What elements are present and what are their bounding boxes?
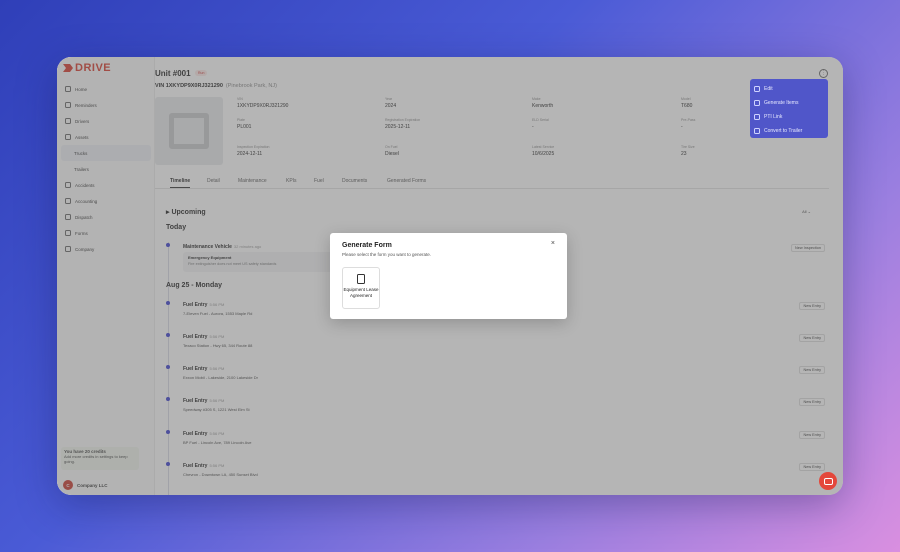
menu-item-label: Generate Items bbox=[764, 100, 799, 106]
modal-title: Generate Form bbox=[342, 242, 392, 249]
modal-subtitle: Please select the form you want to gener… bbox=[342, 252, 432, 257]
menu-item-label: PTI Link bbox=[764, 114, 783, 120]
form-option-label: Equipment Lease Agreement bbox=[343, 287, 379, 298]
close-icon[interactable]: × bbox=[551, 240, 555, 247]
chat-icon bbox=[823, 477, 833, 485]
menu-item-label: Edit bbox=[764, 86, 773, 92]
generate-icon bbox=[754, 100, 760, 106]
convert-icon bbox=[754, 128, 760, 134]
generate-form-modal: Generate Form Please select the form you… bbox=[330, 233, 567, 319]
app-window: DRIVE Home Reminders Drivers Assets Truc… bbox=[57, 57, 843, 495]
form-option-equipment-lease[interactable]: Equipment Lease Agreement bbox=[342, 267, 380, 309]
link-icon bbox=[754, 114, 760, 120]
menu-item-label: Convert to Trailer bbox=[764, 128, 803, 134]
menu-item-convert-trailer[interactable]: Convert to Trailer bbox=[750, 124, 828, 138]
menu-item-pti-link[interactable]: PTI Link bbox=[750, 110, 828, 124]
edit-icon bbox=[754, 86, 760, 92]
document-icon bbox=[357, 274, 365, 284]
actions-dropdown: Edit Generate Items PTI Link Convert to … bbox=[750, 79, 828, 138]
chat-button[interactable] bbox=[819, 472, 837, 490]
menu-item-edit[interactable]: Edit bbox=[750, 82, 828, 96]
menu-item-generate-items[interactable]: Generate Items bbox=[750, 96, 828, 110]
